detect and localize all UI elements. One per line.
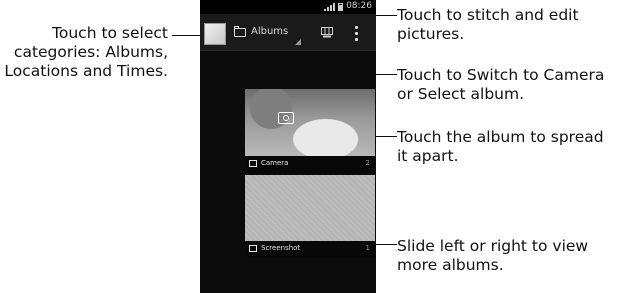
callout-spread: Touch the album to spread it apart. [397, 128, 604, 165]
album-thumbnail [245, 175, 375, 241]
camera-icon [278, 112, 294, 124]
app-icon[interactable] [204, 23, 226, 45]
folder-icon[interactable] [234, 26, 246, 37]
dropdown-arrow-icon[interactable] [295, 39, 301, 45]
action-bar: Albums [200, 14, 376, 51]
stitch-icon[interactable] [321, 27, 333, 38]
album-thumbnail [245, 89, 375, 156]
signal-icon [324, 3, 335, 11]
album-camera[interactable]: Camera 2 [245, 89, 375, 172]
album-name: Camera [261, 159, 289, 167]
leader-line-categories [172, 35, 203, 36]
callout-slide: Slide left or right to view more albums. [397, 237, 589, 274]
callout-categories: Touch to select categories: Albums, Loca… [4, 24, 168, 80]
album-count: 1 [365, 244, 370, 252]
status-time: 08:26 [346, 1, 372, 11]
album-label-bar: Camera 2 [245, 156, 375, 172]
album-name: Screenshot [261, 244, 301, 252]
folder-icon [249, 245, 257, 252]
category-dropdown-label[interactable]: Albums [251, 26, 288, 37]
album-screenshot[interactable]: Screenshot 1 [245, 175, 375, 257]
callout-switch: Touch to Switch to Camera or Select albu… [397, 66, 605, 103]
callout-stitch: Touch to stitch and edit pictures. [397, 6, 579, 43]
camera-icon [249, 160, 257, 167]
album-label-bar: Screenshot 1 [245, 241, 375, 257]
album-count: 2 [365, 159, 370, 167]
overflow-menu-icon[interactable] [355, 26, 359, 42]
status-bar: 08:26 [200, 0, 376, 14]
phone-screen: 08:26 Albums Camera 2 Screenshot 1 [200, 0, 376, 293]
battery-icon [338, 3, 343, 11]
